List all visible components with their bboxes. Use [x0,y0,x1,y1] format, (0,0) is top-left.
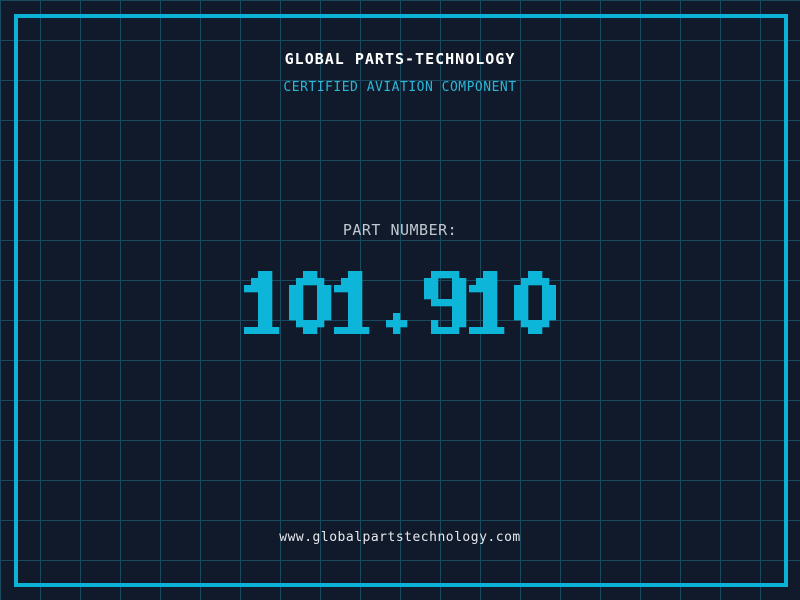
blueprint-screen: GLOBAL PARTS-TECHNOLOGY CERTIFIED AVIATI… [0,0,800,600]
certification-subtitle: CERTIFIED AVIATION COMPONENT [283,80,517,95]
website-url: www.globalpartstechnology.com [279,530,521,545]
company-title: GLOBAL PARTS-TECHNOLOGY [284,50,516,68]
part-number-label: PART NUMBER: [342,221,458,239]
part-number-value [0,271,800,334]
